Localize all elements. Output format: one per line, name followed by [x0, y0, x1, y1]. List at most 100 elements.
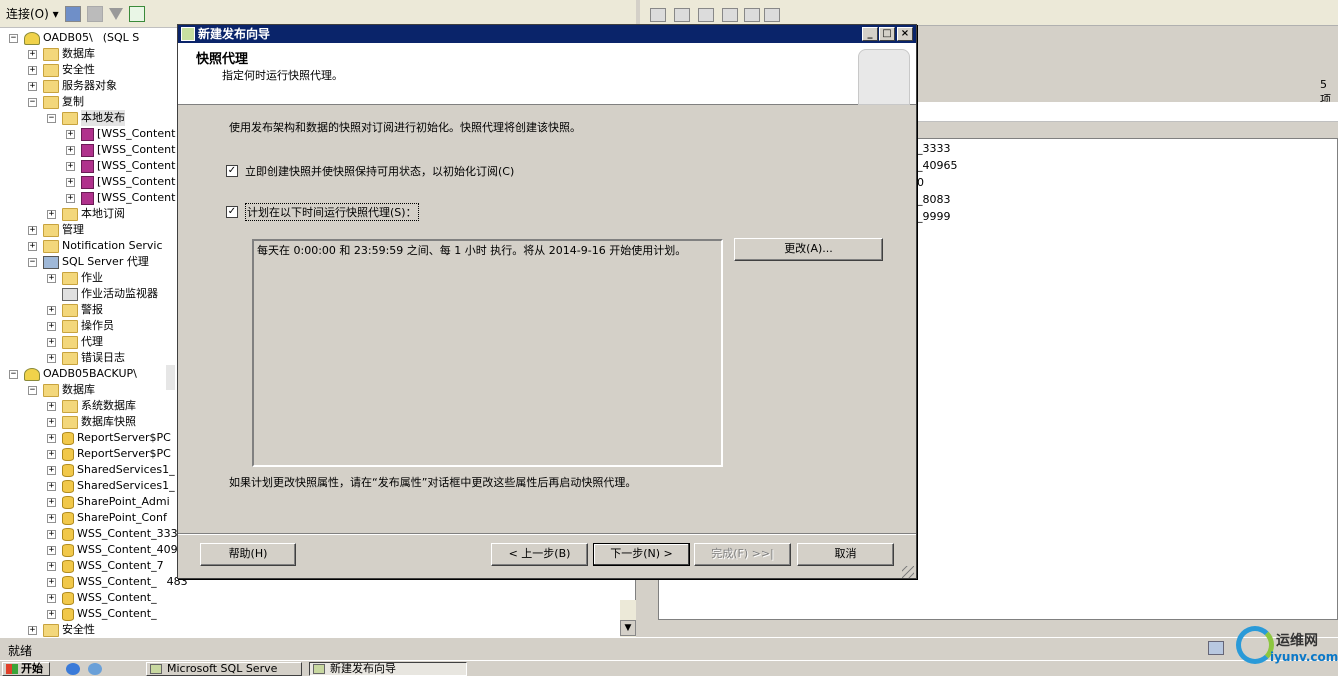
list-item[interactable]: _9999	[917, 210, 951, 223]
expand-icon[interactable]: +	[47, 481, 56, 491]
expand-icon[interactable]: +	[47, 529, 56, 539]
tree-node[interactable]: + WSS_Content_3333	[47, 526, 185, 542]
tree-node[interactable]: + SharePoint_Admi	[47, 494, 170, 510]
tree-node[interactable]: − OADB05\ (SQL S	[9, 30, 139, 46]
help-button[interactable]: 帮助(H)	[200, 543, 296, 566]
folder-up-icon[interactable]	[650, 8, 666, 22]
collapse-icon[interactable]: −	[9, 369, 18, 379]
expand-icon[interactable]: +	[47, 561, 56, 571]
expand-icon[interactable]: +	[47, 305, 56, 315]
tree-node[interactable]: + 操作员	[47, 318, 114, 334]
expand-icon[interactable]: +	[47, 401, 56, 411]
expand-icon[interactable]: +	[47, 417, 56, 427]
tree-node[interactable]: + 作业	[47, 270, 103, 286]
expand-icon[interactable]: +	[47, 497, 56, 507]
collapse-icon[interactable]: −	[9, 33, 18, 43]
tree-node[interactable]: + [WSS_Content	[66, 126, 175, 142]
tree-node[interactable]: + [WSS_Content	[66, 158, 175, 174]
expand-icon[interactable]: +	[28, 241, 37, 251]
wizard-title-bar[interactable]: 新建发布向导 _ □ ×	[178, 25, 916, 43]
expand-icon[interactable]: +	[66, 129, 75, 139]
expand-icon[interactable]: +	[28, 49, 37, 59]
tree-node[interactable]: − 数据库	[28, 382, 95, 398]
next-button[interactable]: 下一步(N) >	[593, 543, 690, 566]
list-item[interactable]: 0	[917, 176, 924, 189]
tree-node[interactable]: − 本地发布	[47, 110, 125, 126]
quicklaunch-icon[interactable]	[88, 663, 102, 675]
create-snapshot-now-checkbox[interactable]: ✓ 立即创建快照并使快照保持可用状态，以初始化订阅(C)	[226, 163, 514, 179]
collapse-icon[interactable]: −	[28, 97, 37, 107]
tree-node[interactable]: + [WSS_Content	[66, 174, 175, 190]
start-button[interactable]: 开始	[2, 662, 50, 676]
expand-icon[interactable]: +	[47, 433, 56, 443]
collapse-icon[interactable]: −	[28, 385, 37, 395]
task-wizard[interactable]: 新建发布向导	[309, 662, 467, 676]
checkbox-check-icon[interactable]: ✓	[226, 165, 238, 177]
tree-node[interactable]: + 代理	[47, 334, 103, 350]
refresh-icon[interactable]	[128, 5, 145, 22]
tree-node[interactable]: + ReportServer$PC	[47, 446, 171, 462]
tree-node[interactable]: + [WSS_Content	[66, 190, 175, 206]
expand-icon[interactable]: +	[66, 161, 75, 171]
tree-node[interactable]: + SharePoint_Conf	[47, 510, 167, 526]
list-item[interactable]: _3333	[917, 142, 951, 155]
tree-node[interactable]: + 服务器对象	[28, 78, 117, 94]
browser-icon[interactable]	[66, 663, 80, 675]
tree-node[interactable]: + 警报	[47, 302, 103, 318]
stop-icon[interactable]	[86, 5, 103, 22]
details-icon[interactable]	[764, 8, 780, 22]
sync-icon[interactable]	[674, 8, 690, 22]
checkbox-check-icon[interactable]: ✓	[226, 206, 238, 218]
tree-node[interactable]: + 安全性	[28, 62, 95, 78]
tree-node[interactable]: 作业活动监视器	[47, 286, 158, 302]
expand-icon[interactable]: +	[47, 273, 56, 283]
expand-icon[interactable]: +	[47, 577, 56, 587]
tree-node[interactable]: + [WSS_Content	[66, 142, 175, 158]
expand-icon[interactable]: +	[47, 593, 56, 603]
expand-icon[interactable]: +	[47, 321, 56, 331]
minimize-icon[interactable]: _	[862, 27, 878, 41]
cancel-button[interactable]: 取消	[797, 543, 894, 566]
task-sql-server[interactable]: Microsoft SQL Serve	[146, 662, 302, 676]
collapse-icon[interactable]: −	[28, 257, 37, 267]
list-item[interactable]: _40965	[917, 159, 958, 172]
schedule-snapshot-checkbox[interactable]: ✓ 计划在以下时间运行快照代理(S)：	[226, 203, 419, 221]
resize-grip-icon[interactable]	[902, 566, 914, 578]
expand-icon[interactable]: +	[28, 625, 37, 635]
tree-node[interactable]: + 错误日志	[47, 350, 125, 366]
filter-icon[interactable]	[722, 8, 738, 22]
filter-icon[interactable]	[108, 7, 123, 20]
tree-node[interactable]: + 数据库	[28, 46, 95, 62]
expand-icon[interactable]: +	[47, 465, 56, 475]
expand-icon[interactable]: +	[47, 513, 56, 523]
tree-node[interactable]: + 数据库快照	[47, 414, 136, 430]
tree-node[interactable]: − SQL Server 代理	[28, 254, 149, 270]
tree-node[interactable]: − 复制	[28, 94, 84, 110]
tree-node[interactable]: + SharedServices1_	[47, 478, 175, 494]
report-icon[interactable]	[698, 8, 714, 22]
tree-scroll-thumb[interactable]	[166, 365, 175, 390]
tree-node[interactable]: + Notification Servic	[28, 238, 163, 254]
list-item[interactable]: _8083	[917, 193, 951, 206]
tree-node[interactable]: − OADB05BACKUP\	[9, 366, 137, 382]
tree-node[interactable]: + WSS_Content_	[47, 590, 157, 606]
expand-icon[interactable]: +	[47, 337, 56, 347]
tree-node[interactable]: + 安全性	[28, 622, 95, 637]
list-icon[interactable]	[744, 8, 760, 22]
expand-icon[interactable]: +	[28, 65, 37, 75]
expand-icon[interactable]: +	[66, 177, 75, 187]
scroll-down-icon[interactable]: ▼	[620, 620, 636, 636]
expand-icon[interactable]: +	[47, 609, 56, 619]
tree-node[interactable]: + 管理	[28, 222, 84, 238]
tree-node[interactable]: + 本地订阅	[47, 206, 125, 222]
tree-node[interactable]: + ReportServer$PC	[47, 430, 171, 446]
expand-icon[interactable]: +	[28, 81, 37, 91]
collapse-icon[interactable]: −	[47, 113, 56, 123]
expand-icon[interactable]: +	[66, 145, 75, 155]
expand-icon[interactable]: +	[28, 225, 37, 235]
expand-icon[interactable]: +	[47, 545, 56, 555]
maximize-icon[interactable]: □	[879, 27, 895, 41]
expand-icon[interactable]: +	[47, 209, 56, 219]
tree-node[interactable]: + 系统数据库	[47, 398, 136, 414]
expand-icon[interactable]: +	[47, 449, 56, 459]
